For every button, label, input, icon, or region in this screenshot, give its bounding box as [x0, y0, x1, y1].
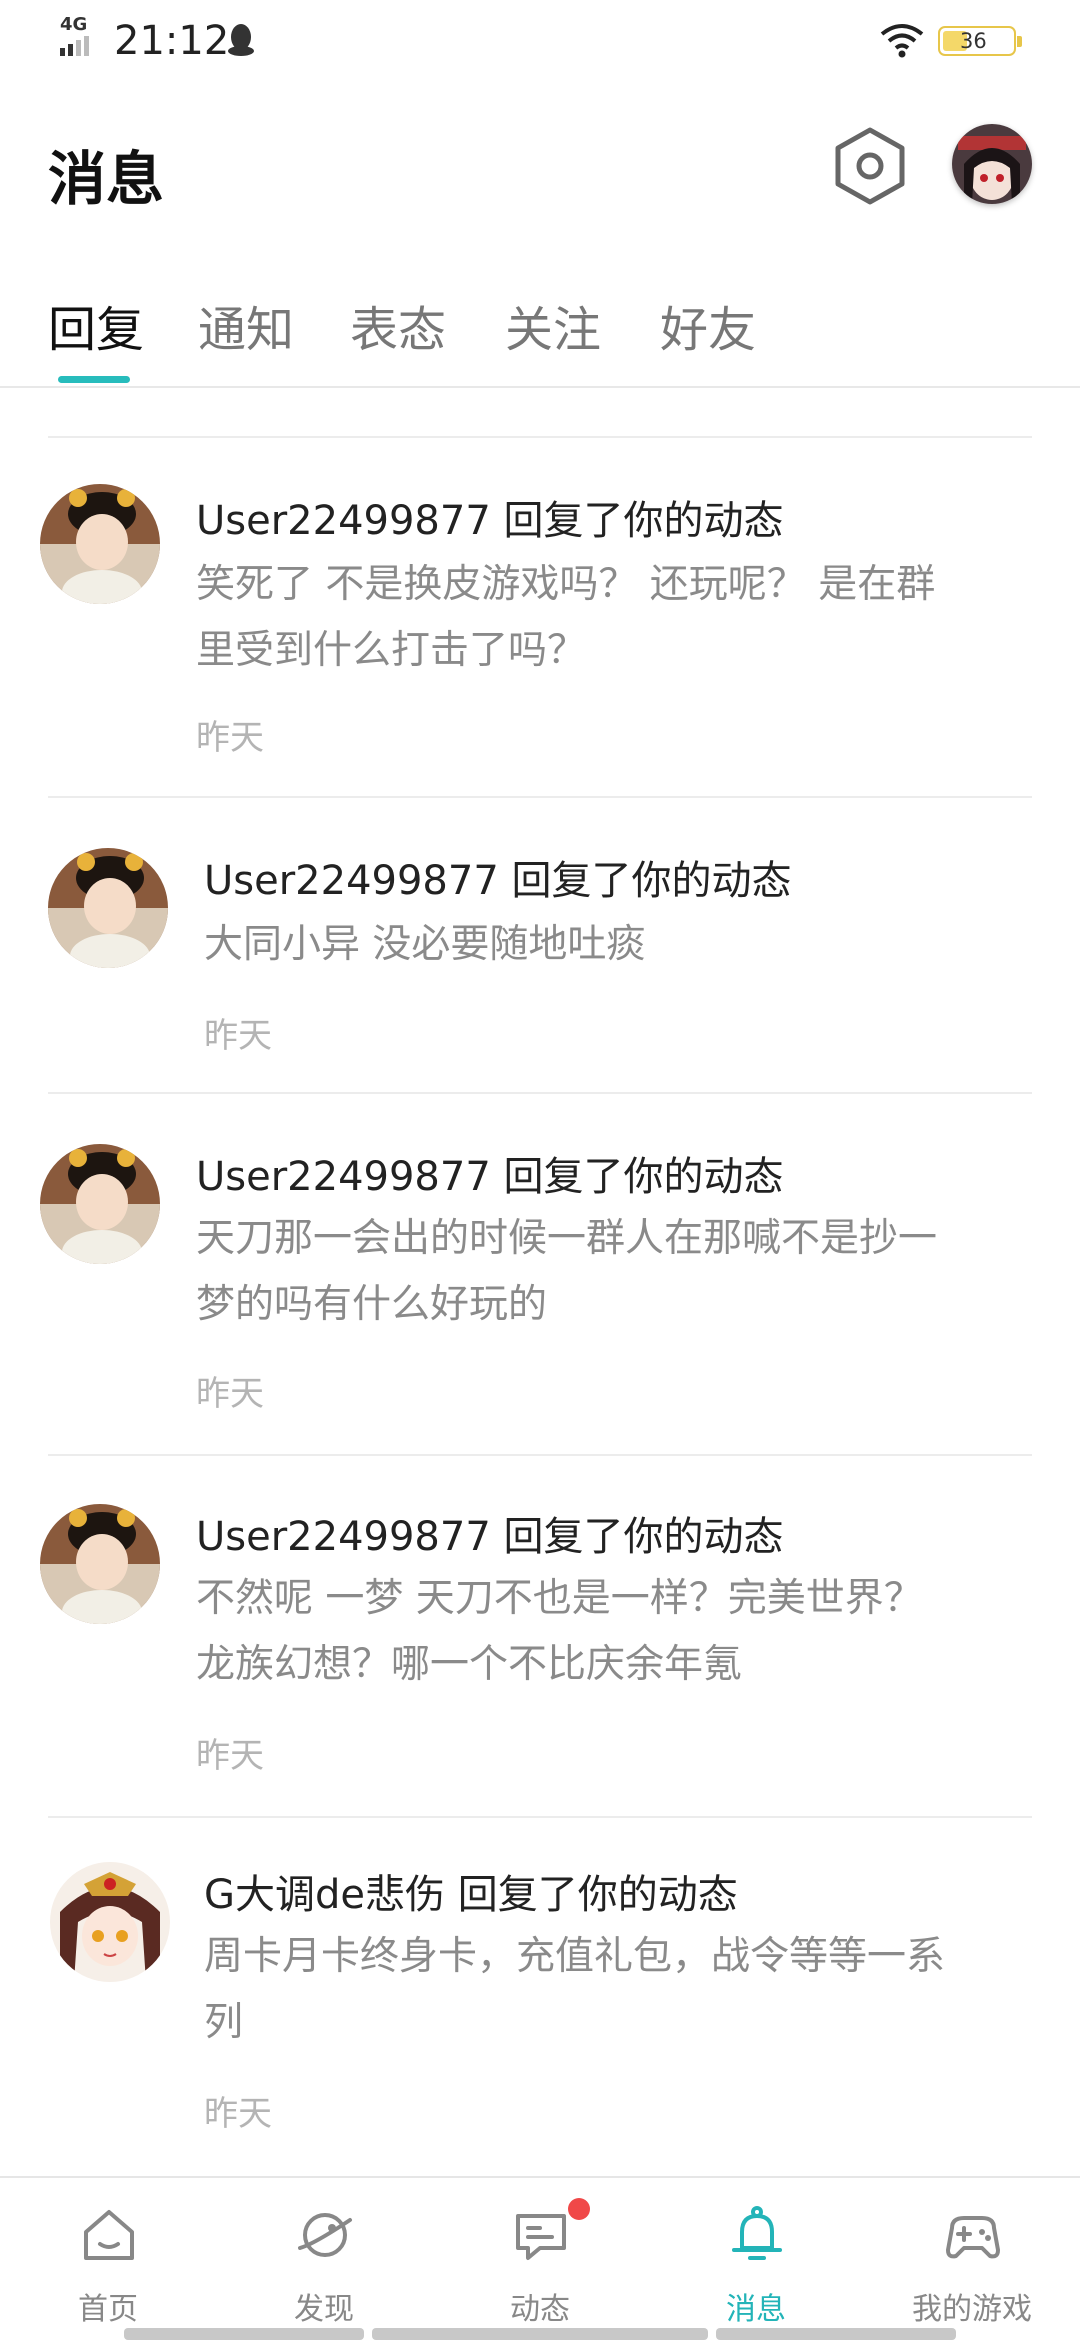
nav-label: 发现: [294, 2292, 354, 2327]
status-time: 21:12: [114, 18, 230, 64]
planet-icon: [298, 2213, 352, 2257]
home-icon: [84, 2210, 134, 2260]
user-avatar[interactable]: [40, 1504, 160, 1624]
message-title: User22499877 回复了你的动态: [204, 858, 792, 904]
message-title: User22499877 回复了你的动态: [196, 498, 784, 544]
message-tabs: 回复 通知 表态 关注 好友: [0, 282, 1080, 388]
user-avatar[interactable]: [40, 484, 160, 604]
message-time: 昨天: [196, 718, 264, 758]
message-body-line: 天刀那一会出的时候一群人在那喊不是抄一: [196, 1216, 938, 1261]
nav-home[interactable]: 首页: [0, 2178, 216, 2328]
nav-label: 消息: [726, 2292, 786, 2327]
divider: [48, 1454, 1032, 1456]
settings-button[interactable]: [832, 124, 908, 208]
anime-avatar-icon: [952, 124, 1032, 204]
message-body-line: 梦的吗有什么好玩的: [196, 1282, 548, 1327]
nav-label: 我的游戏: [912, 2292, 1032, 2327]
nav-label: 动态: [510, 2292, 570, 2327]
hexagon-settings-icon: [835, 127, 905, 205]
nav-my-games[interactable]: 我的游戏: [864, 2178, 1080, 2328]
message-body: 不然呢 一梦 天刀不也是一样？完美世界？ 龙族幻想？哪一个不比庆余年氪: [196, 1566, 1076, 1698]
notification-badge: [568, 2198, 590, 2220]
divider: [48, 1092, 1032, 1094]
qq-penguin-icon: [228, 24, 254, 56]
signal-icon: [60, 36, 92, 56]
divider: [48, 1816, 1032, 1818]
user-avatar[interactable]: [48, 848, 168, 968]
message-title: User22499877 回复了你的动态: [196, 1514, 784, 1560]
child-avatar-icon: [40, 1504, 160, 1624]
active-tab-indicator: [58, 376, 130, 383]
message-body-line: 里受到什么打击了吗？: [196, 628, 587, 673]
user-avatar[interactable]: [40, 1144, 160, 1264]
tab-follow[interactable]: 关注: [505, 290, 601, 360]
tab-friends[interactable]: 好友: [660, 290, 756, 360]
tab-reaction[interactable]: 表态: [350, 290, 446, 360]
battery-level-text: 36: [960, 29, 987, 53]
anime-girl-avatar-icon: [50, 1862, 170, 1982]
message-time: 昨天: [204, 2094, 272, 2134]
message-body-line: 大同小异 没必要随地吐痰: [204, 922, 646, 967]
message-body: 天刀那一会出的时候一群人在那喊不是抄一 梦的吗有什么好玩的: [196, 1206, 1076, 1338]
bottom-nav: 首页 发现 动态 消息 我的游戏: [0, 2176, 1080, 2342]
message-item[interactable]: G大调de悲伤 回复了你的动态 周卡月卡终身卡，充值礼包，战令等等一系 列 昨天: [0, 1820, 1080, 2176]
home-indicator: [124, 2328, 364, 2340]
tab-reply[interactable]: 回复: [48, 290, 144, 360]
message-time: 昨天: [196, 1374, 264, 1414]
home-indicator: [372, 2328, 708, 2340]
page-title: 消息: [48, 145, 165, 213]
user-avatar[interactable]: [50, 1862, 170, 1982]
nav-label: 首页: [78, 2292, 138, 2327]
message-body-line: 周卡月卡终身卡，充值礼包，战令等等一系: [204, 1934, 946, 1979]
message-body-line: 龙族幻想？哪一个不比庆余年氪: [196, 1642, 743, 1687]
child-avatar-icon: [40, 1144, 160, 1264]
message-body-line: 不然呢 一梦 天刀不也是一样？完美世界？: [196, 1576, 923, 1621]
message-body-line: 列: [204, 2000, 244, 2045]
message-item[interactable]: User22499877 回复了你的动态 不然呢 一梦 天刀不也是一样？完美世界…: [0, 1458, 1080, 1818]
network-type: 4G: [60, 14, 88, 35]
child-avatar-icon: [48, 848, 168, 968]
wifi-icon: [880, 24, 924, 58]
message-body-line: 笑死了 不是换皮游戏吗？ 还玩呢？ 是在群: [196, 562, 936, 607]
divider: [48, 796, 1032, 798]
home-indicator: [716, 2328, 956, 2340]
message-title: G大调de悲伤 回复了你的动态: [204, 1872, 738, 1918]
message-body: 大同小异 没必要随地吐痰: [204, 912, 1080, 978]
message-time: 昨天: [204, 1016, 272, 1056]
chat-icon: [516, 2214, 566, 2260]
child-avatar-icon: [40, 484, 160, 604]
message-item[interactable]: User22499877 回复了你的动态 天刀那一会出的时候一群人在那喊不是抄一…: [0, 1096, 1080, 1456]
message-body: 笑死了 不是换皮游戏吗？ 还玩呢？ 是在群 里受到什么打击了吗？: [196, 552, 1076, 684]
divider: [48, 436, 1032, 438]
battery-icon: 36: [938, 26, 1022, 56]
gamepad-icon: [946, 2216, 1000, 2259]
message-item[interactable]: User22499877 回复了你的动态 笑死了 不是换皮游戏吗？ 还玩呢？ 是…: [0, 470, 1080, 798]
profile-avatar[interactable]: [952, 124, 1032, 204]
message-body: 周卡月卡终身卡，充值礼包，战令等等一系 列: [204, 1924, 1080, 2056]
nav-messages[interactable]: 消息: [648, 2178, 864, 2328]
nav-discover[interactable]: 发现: [216, 2178, 432, 2328]
status-bar: 4G 21:12 36: [0, 0, 1080, 84]
message-title: User22499877 回复了你的动态: [196, 1154, 784, 1200]
message-item[interactable]: User22499877 回复了你的动态 大同小异 没必要随地吐痰 昨天: [0, 800, 1080, 1094]
bell-icon: [732, 2206, 782, 2260]
message-time: 昨天: [196, 1736, 264, 1776]
nav-feed[interactable]: 动态: [432, 2178, 648, 2328]
tab-notify[interactable]: 通知: [198, 290, 294, 360]
